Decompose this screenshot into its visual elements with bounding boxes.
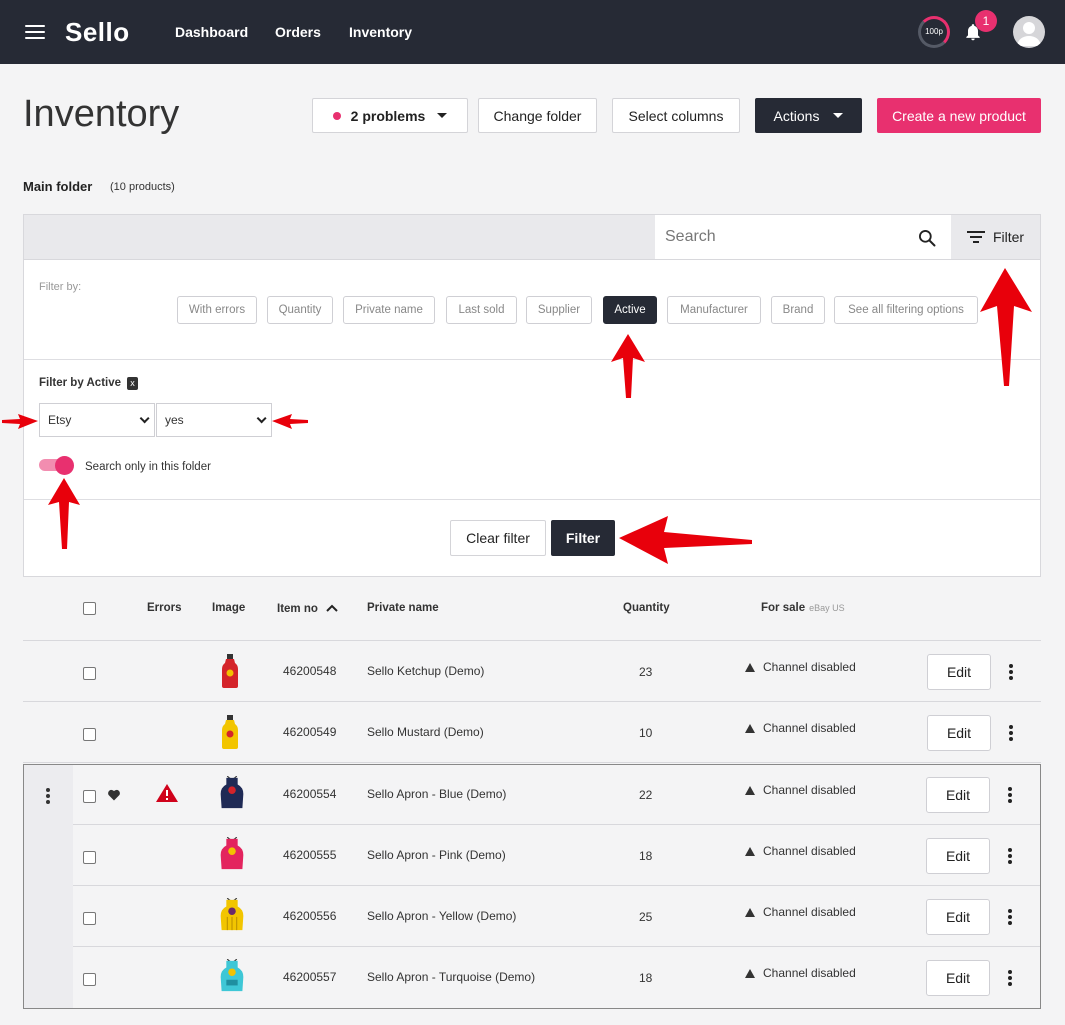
chip-with-errors[interactable]: With errors — [177, 296, 257, 324]
edit-button[interactable]: Edit — [927, 715, 991, 751]
folder-only-toggle[interactable] — [39, 456, 75, 475]
actions-label: Actions — [773, 107, 820, 124]
header-item-no[interactable]: Item no — [277, 603, 338, 615]
problems-label: 2 problems — [350, 107, 426, 124]
header-for-sale[interactable]: For sale eBay US — [761, 602, 845, 614]
select-columns-button[interactable]: Select columns — [612, 98, 740, 133]
nav-inventory[interactable]: Inventory — [349, 24, 412, 40]
header-for-sale-channel: eBay US — [809, 603, 845, 613]
filter-panel: Filter Filter by: With errors Quantity P… — [23, 214, 1041, 577]
header-quantity[interactable]: Quantity — [623, 602, 670, 614]
remove-filter-button[interactable]: x — [127, 377, 138, 390]
toggle-knob — [55, 456, 74, 475]
divider — [24, 499, 1040, 500]
chip-active[interactable]: Active — [603, 296, 657, 324]
problems-button[interactable]: 2 problems — [312, 98, 468, 133]
problem-dot-icon — [332, 111, 341, 120]
header-private-name[interactable]: Private name — [367, 602, 439, 614]
status-label: Channel disabled — [763, 721, 856, 735]
private-name[interactable]: Sello Ketchup (Demo) — [367, 664, 484, 678]
selected-row-group — [23, 764, 1041, 1009]
usage-meter[interactable]: 100p — [918, 16, 950, 48]
table-row[interactable]: 46200548 Sello Ketchup (Demo) 23 Channel… — [23, 641, 1041, 702]
avatar[interactable] — [1013, 16, 1045, 48]
chip-last-sold[interactable]: Last sold — [446, 296, 517, 324]
header-for-sale-label: For sale — [761, 602, 806, 614]
chevron-down-icon — [139, 412, 150, 423]
folder-count: (10 products) — [110, 181, 175, 193]
create-product-button[interactable]: Create a new product — [877, 98, 1041, 133]
caret-down-icon — [833, 113, 844, 118]
chip-supplier[interactable]: Supplier — [526, 296, 592, 324]
filter-by-label: Filter by: — [39, 281, 82, 293]
for-sale-status: Channel disabled — [745, 660, 856, 674]
header-image: Image — [212, 602, 246, 614]
chip-brand[interactable]: Brand — [771, 296, 825, 324]
filter-toggle-button[interactable]: Filter — [951, 215, 1040, 259]
quantity: 10 — [639, 726, 653, 740]
status-label: Channel disabled — [763, 660, 856, 674]
row-checkbox[interactable] — [83, 667, 96, 680]
active-state-select[interactable]: yes — [156, 403, 272, 437]
top-bar: Sello Dashboard Orders Inventory 100p 1 — [0, 0, 1065, 64]
menu-icon[interactable] — [25, 25, 45, 39]
actions-button[interactable]: Actions — [755, 98, 862, 133]
nav-dashboard[interactable]: Dashboard — [175, 24, 248, 40]
page-title: Inventory — [23, 93, 180, 135]
notification-badge: 1 — [975, 10, 997, 32]
table-row[interactable]: 46200549 Sello Mustard (Demo) 10 Channel… — [23, 702, 1041, 763]
header-errors[interactable]: Errors — [147, 602, 182, 614]
search-icon[interactable] — [917, 228, 937, 248]
divider — [24, 359, 1040, 360]
folder-name: Main folder — [23, 179, 93, 194]
header-item-no-label: Item no — [277, 603, 318, 615]
search-input[interactable] — [655, 215, 951, 259]
chip-manufacturer[interactable]: Manufacturer — [667, 296, 761, 324]
quantity: 23 — [639, 665, 653, 679]
caret-down-icon — [437, 113, 448, 118]
for-sale-status: Channel disabled — [745, 721, 856, 735]
row-checkbox[interactable] — [83, 728, 96, 741]
ketchup-bottle-image — [222, 654, 238, 688]
chip-quantity[interactable]: Quantity — [267, 296, 333, 324]
item-no: 46200548 — [283, 664, 337, 678]
channel-select-value: Etsy — [48, 413, 72, 427]
app-logo[interactable]: Sello — [65, 17, 130, 48]
chip-private-name[interactable]: Private name — [343, 296, 435, 324]
select-all-checkbox[interactable] — [83, 602, 96, 615]
channel-select[interactable]: Etsy — [39, 403, 155, 437]
table-header: Errors Image Item no Private name Quanti… — [23, 577, 1041, 641]
filter-toggle-label: Filter — [992, 229, 1025, 245]
sort-ascending-icon — [326, 604, 338, 612]
search-bar: Filter — [24, 215, 1040, 260]
warning-icon — [745, 662, 755, 672]
item-no: 46200549 — [283, 725, 337, 739]
user-icon — [1017, 22, 1041, 46]
usage-label: 100p — [925, 27, 943, 36]
apply-filter-button[interactable]: Filter — [551, 520, 615, 556]
active-state-value: yes — [165, 413, 184, 427]
edit-button[interactable]: Edit — [927, 654, 991, 690]
more-options-icon[interactable] — [1005, 664, 1017, 682]
active-filter-title: Filter by Active — [39, 377, 122, 389]
folder-only-label: Search only in this folder — [85, 461, 211, 473]
nav-orders[interactable]: Orders — [275, 24, 321, 40]
clear-filter-button[interactable]: Clear filter — [450, 520, 546, 556]
change-folder-button[interactable]: Change folder — [478, 98, 597, 133]
chip-see-all[interactable]: See all filtering options — [834, 296, 978, 324]
mustard-bottle-image — [222, 715, 238, 749]
chevron-down-icon — [256, 412, 267, 423]
more-options-icon[interactable] — [1005, 725, 1017, 743]
warning-icon — [745, 723, 755, 733]
filter-lines-icon — [966, 231, 985, 243]
private-name[interactable]: Sello Mustard (Demo) — [367, 725, 484, 739]
